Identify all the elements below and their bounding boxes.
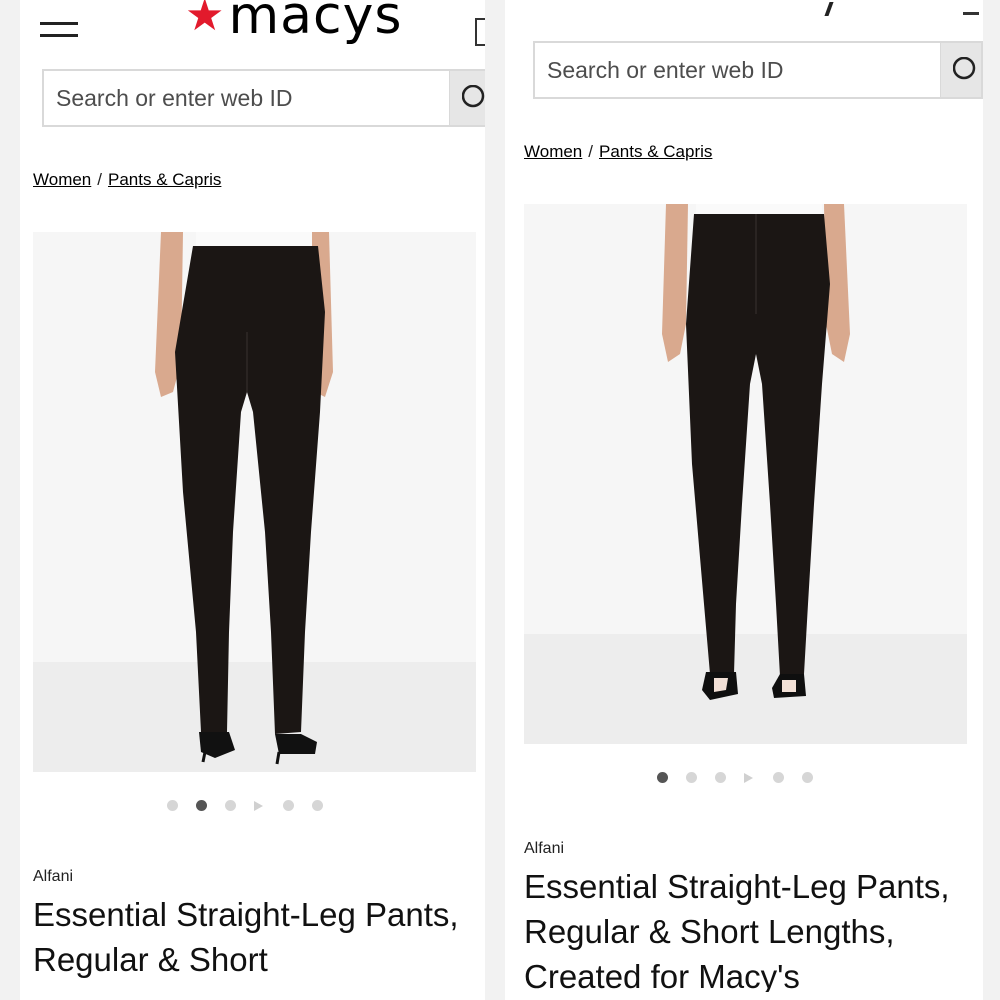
star-icon: ★ xyxy=(185,0,225,40)
product-brand[interactable]: Alfani xyxy=(524,840,564,858)
menu-fragment-icon xyxy=(963,12,979,15)
product-photo-front-view xyxy=(524,204,967,744)
search-icon xyxy=(953,57,976,80)
search-button[interactable] xyxy=(449,71,485,125)
image-carousel-dots xyxy=(167,800,341,811)
product-brand[interactable]: Alfani xyxy=(33,868,73,886)
carousel-dot-2[interactable] xyxy=(196,800,207,811)
product-title: Essential Straight-Leg Pants, Regular & … xyxy=(524,868,950,992)
logo-text: macys xyxy=(228,0,403,46)
play-icon[interactable] xyxy=(254,800,263,811)
product-image[interactable] xyxy=(524,204,967,744)
breadcrumb: Women / Pants & Capris xyxy=(524,142,712,162)
breadcrumb: Women / Pants & Capris xyxy=(33,170,221,190)
carousel-dot-3[interactable] xyxy=(715,772,726,783)
hamburger-menu-icon[interactable] xyxy=(40,16,78,40)
carousel-dot-5[interactable] xyxy=(312,800,323,811)
search-button[interactable] xyxy=(940,43,981,97)
search-input[interactable] xyxy=(44,70,449,126)
screenshot-left: ★ macys Women / Pants & Capris xyxy=(20,0,485,1000)
carousel-dot-2[interactable] xyxy=(686,772,697,783)
carousel-dot-4[interactable] xyxy=(283,800,294,811)
search-icon xyxy=(462,85,485,108)
macys-logo[interactable]: ★ macys xyxy=(185,0,402,46)
breadcrumb-link-women[interactable]: Women xyxy=(33,170,91,189)
screenshot-right: Women/Pants & Capris Alfani Essen xyxy=(505,0,983,1000)
breadcrumb-separator: / xyxy=(97,170,102,189)
breadcrumb-separator: / xyxy=(588,142,593,161)
breadcrumb-link-pants-capris[interactable]: Pants & Capris xyxy=(599,142,712,161)
search-bar xyxy=(533,41,983,99)
search-input[interactable] xyxy=(535,42,940,98)
product-photo-back-view xyxy=(33,232,476,772)
breadcrumb-link-pants-capris[interactable]: Pants & Capris xyxy=(108,170,221,189)
carousel-dot-4[interactable] xyxy=(773,772,784,783)
shopping-bag-icon[interactable] xyxy=(475,18,485,46)
play-icon[interactable] xyxy=(744,772,753,783)
carousel-dot-1[interactable] xyxy=(167,800,178,811)
breadcrumb-link-women[interactable]: Women xyxy=(524,142,582,161)
carousel-dot-1[interactable] xyxy=(657,772,668,783)
product-image[interactable] xyxy=(33,232,476,772)
image-carousel-dots xyxy=(657,772,831,783)
logo-fragment xyxy=(824,2,834,16)
search-bar xyxy=(42,69,485,127)
carousel-dot-3[interactable] xyxy=(225,800,236,811)
product-title: Essential Straight-Leg Pants, Regular & … xyxy=(33,896,459,978)
carousel-dot-5[interactable] xyxy=(802,772,813,783)
